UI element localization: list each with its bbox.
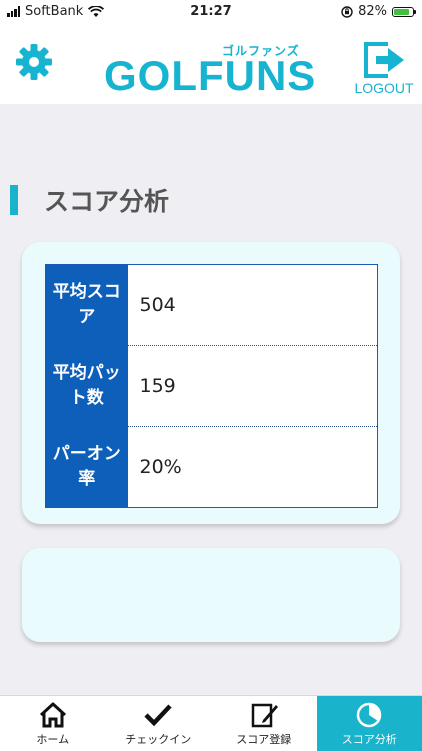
pie-chart-icon (354, 702, 384, 728)
tab-score-analysis-label: スコア分析 (317, 731, 422, 747)
title-accent-bar (10, 185, 18, 215)
tab-home-label: ホーム (0, 731, 106, 747)
stat-value-par-on-rate: 20% (128, 427, 378, 508)
tab-home[interactable]: ホーム (0, 696, 106, 751)
stat-label-par-on-rate: パーオン率 (46, 427, 128, 508)
stats-table: 平均スコア 504 平均パット数 159 パーオン率 20% (45, 264, 378, 508)
logout-label: LOGOUT (354, 80, 414, 96)
golfuns-logo: ゴルファンズ GOLFUNS (104, 42, 320, 102)
stat-value-average-putts: 159 (128, 346, 378, 427)
home-icon (38, 702, 68, 728)
stat-value-average-score: 504 (128, 265, 378, 346)
app-header: ゴルファンズ GOLFUNS LOGOUT (0, 24, 422, 104)
stat-label-average-putts: 平均パット数 (46, 346, 128, 427)
tab-bar: ホーム チェックイン スコア登録 スコア分析 (0, 695, 422, 751)
battery-info: 82% (341, 4, 414, 19)
check-icon (143, 702, 173, 728)
logout-icon (362, 40, 406, 80)
tab-score-entry[interactable]: スコア登録 (211, 696, 317, 751)
battery-icon (392, 7, 414, 17)
table-row: パーオン率 20% (46, 427, 378, 508)
stat-label-average-score: 平均スコア (46, 265, 128, 346)
logout-button[interactable]: LOGOUT (354, 40, 414, 96)
gear-icon[interactable] (14, 42, 54, 82)
status-bar: SoftBank 21:27 82% (0, 0, 422, 24)
tab-checkin[interactable]: チェックイン (106, 696, 212, 751)
empty-card (22, 548, 400, 642)
battery-percent: 82% (358, 4, 387, 19)
page-title: スコア分析 (10, 182, 169, 218)
table-row: 平均スコア 504 (46, 265, 378, 346)
tab-checkin-label: チェックイン (106, 731, 212, 747)
logo-title: GOLFUNS (104, 52, 316, 100)
stats-card: 平均スコア 504 平均パット数 159 パーオン率 20% (22, 242, 400, 524)
page-title-text: スコア分析 (44, 182, 169, 218)
orientation-lock-icon (341, 6, 353, 18)
tab-score-analysis[interactable]: スコア分析 (317, 696, 422, 751)
edit-icon (249, 702, 279, 728)
tab-score-entry-label: スコア登録 (211, 731, 317, 747)
table-row: 平均パット数 159 (46, 346, 378, 427)
